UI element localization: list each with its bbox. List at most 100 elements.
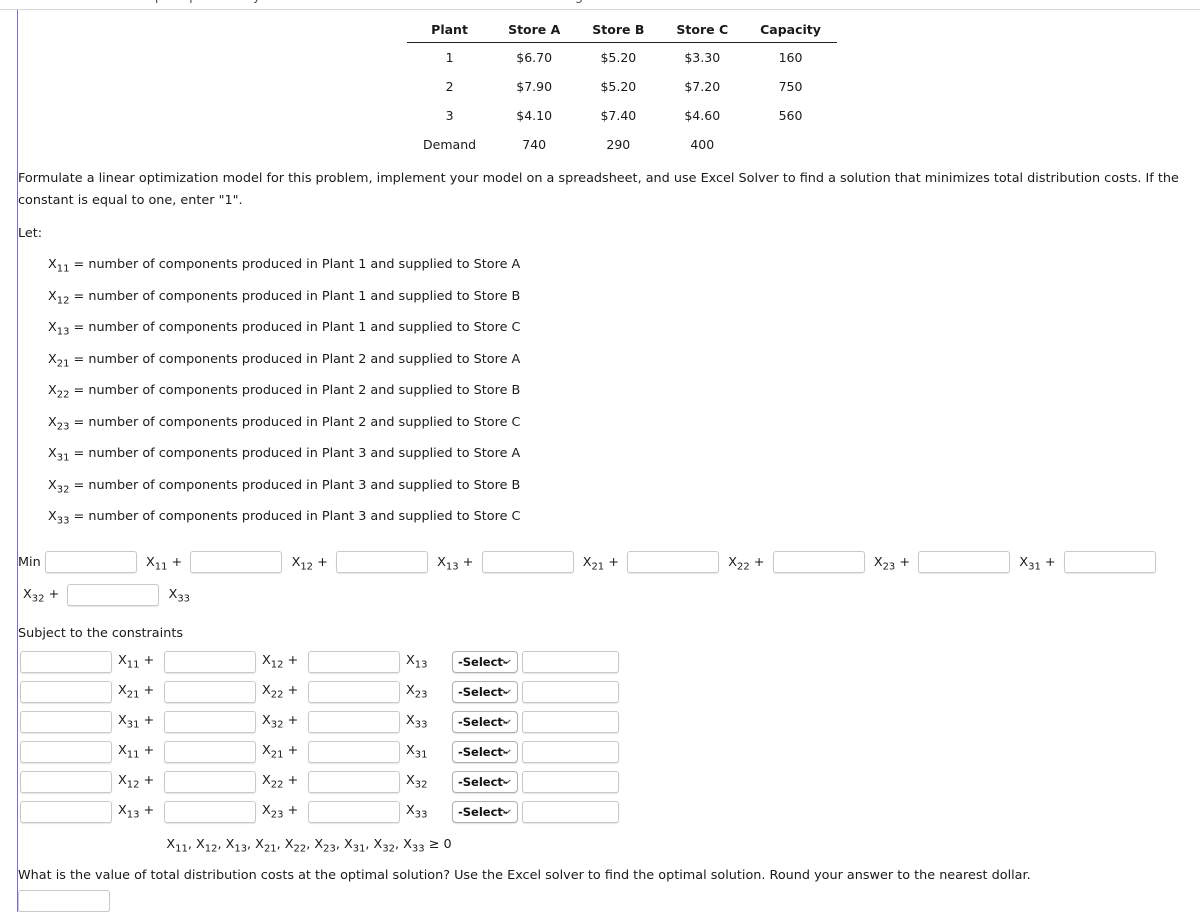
objective-var-x13: X13 + bbox=[437, 554, 474, 573]
objective-var-x23: X23 + bbox=[873, 554, 911, 573]
constraint-1-var-3: X13 bbox=[406, 652, 428, 671]
constraint-6-var-1: X13 + bbox=[118, 802, 155, 821]
cell-store-c: $3.30 bbox=[684, 50, 721, 65]
constraint-row: X31 + X32 + X33 -Select- bbox=[20, 707, 1200, 737]
cost-table-body: 1 $6.70 $5.20 $3.30 160 2 $7.90 $5.20 $7… bbox=[407, 43, 837, 160]
objective-coefficient-x21[interactable] bbox=[481, 551, 574, 574]
constraint-row: X11 + X21 + X31 -Select- bbox=[20, 737, 1200, 767]
var-name: X12 bbox=[48, 288, 70, 307]
constraint-2-relation-wrapper: -Select- bbox=[452, 680, 518, 703]
constraint-4-rhs[interactable] bbox=[522, 740, 619, 763]
constraint-3-var-1: X31 + bbox=[118, 712, 155, 731]
var-name: X21 bbox=[48, 351, 70, 370]
constraint-2-coefficient-1[interactable] bbox=[20, 680, 112, 703]
constraint-6-rhs[interactable] bbox=[522, 800, 619, 823]
constraint-3-coefficient-2[interactable] bbox=[164, 710, 256, 733]
cell-store-a: $6.70 bbox=[516, 50, 553, 65]
objective-coefficient-x33[interactable] bbox=[67, 583, 160, 606]
constraint-1-coefficient-1[interactable] bbox=[20, 650, 112, 673]
constraint-4-var-2: X21 + bbox=[262, 742, 299, 761]
list-item: X31 = number of components produced in P… bbox=[48, 440, 1200, 472]
let-label: Let: bbox=[18, 226, 43, 241]
constraint-6-relation-wrapper: -Select- bbox=[452, 800, 518, 823]
constraint-2-relation-select[interactable]: -Select- bbox=[452, 680, 518, 703]
clipped-toolbar-sliver: Apply • Settings bbox=[0, 0, 1200, 9]
constraint-1-coefficient-2[interactable] bbox=[164, 650, 256, 673]
constraint-6-coefficient-2[interactable] bbox=[164, 800, 256, 823]
constraint-5-coefficient-2[interactable] bbox=[164, 770, 256, 793]
constraint-2-var-2: X22 + bbox=[262, 682, 299, 701]
constraint-1-var-2: X12 + bbox=[262, 652, 299, 671]
constraint-6-var-3: X33 bbox=[406, 802, 428, 821]
var-subscript: 12 bbox=[56, 295, 70, 307]
constraint-2-coefficient-3[interactable] bbox=[308, 680, 400, 703]
constraint-6-relation-select[interactable]: -Select- bbox=[452, 800, 518, 823]
cell-capacity: 560 bbox=[778, 108, 803, 123]
cell-demand-store-b: 290 bbox=[606, 137, 631, 152]
constraint-5-rhs[interactable] bbox=[522, 770, 619, 793]
var-subscript: 23 bbox=[56, 421, 70, 433]
cell-capacity: 750 bbox=[778, 79, 803, 94]
var-subscript: 33 bbox=[56, 515, 70, 527]
objective-coefficient-x22[interactable] bbox=[627, 551, 720, 574]
subject-to-label: Subject to the constraints bbox=[18, 625, 184, 641]
min-label: Min bbox=[18, 554, 41, 570]
nonnegativity-constraint: X11, X12, X13, X21, X22, X23, X31, X32, … bbox=[166, 836, 452, 855]
cell-capacity: 160 bbox=[778, 50, 803, 65]
constraint-1-coefficient-3[interactable] bbox=[308, 650, 400, 673]
col-header-store-c: Store C bbox=[676, 22, 729, 37]
definition-text: = number of components produced in Plant… bbox=[73, 351, 521, 367]
list-item: X21 = number of components produced in P… bbox=[48, 346, 1200, 378]
constraint-5-coefficient-3[interactable] bbox=[308, 770, 400, 793]
constraint-1-relation-wrapper: -Select- bbox=[452, 650, 518, 673]
answer-input[interactable] bbox=[18, 890, 110, 912]
constraint-row: X21 + X22 + X23 -Select- bbox=[20, 677, 1200, 707]
definition-text: = number of components produced in Plant… bbox=[73, 509, 521, 525]
objective-coefficient-x13[interactable] bbox=[335, 551, 428, 574]
cell-demand-store-c: 400 bbox=[690, 137, 715, 152]
constraint-5-var-3: X32 bbox=[406, 772, 428, 791]
cell-store-b: $5.20 bbox=[600, 79, 637, 94]
var-subscript: 32 bbox=[56, 484, 70, 496]
constraint-5-relation-select[interactable]: -Select- bbox=[452, 770, 518, 793]
list-item: X23 = number of components produced in P… bbox=[48, 409, 1200, 441]
objective-coefficient-x31[interactable] bbox=[918, 551, 1011, 574]
problem-prompt: Formulate a linear optimization model fo… bbox=[18, 171, 1179, 208]
cell-store-b: $7.40 bbox=[600, 108, 637, 123]
list-item: X13 = number of components produced in P… bbox=[48, 314, 1200, 346]
objective-coefficient-x12[interactable] bbox=[190, 551, 283, 574]
objective-coefficient-x11[interactable] bbox=[44, 551, 137, 574]
definition-text: = number of components produced in Plant… bbox=[73, 320, 521, 336]
cell-store-a: $4.10 bbox=[516, 108, 553, 123]
constraint-row: X11 + X12 + X13 -Select- bbox=[20, 647, 1200, 677]
constraint-3-relation-select[interactable]: -Select- bbox=[452, 710, 518, 733]
constraint-3-rhs[interactable] bbox=[522, 710, 619, 733]
constraint-6-coefficient-1[interactable] bbox=[20, 800, 112, 823]
constraint-6-var-2: X23 + bbox=[262, 802, 299, 821]
constraint-2-coefficient-2[interactable] bbox=[164, 680, 256, 703]
constraint-4-coefficient-3[interactable] bbox=[308, 740, 400, 763]
constraint-row: X13 + X23 + X33 -Select- bbox=[20, 797, 1200, 827]
question-body: Plant Store A Store B Store C Capacity 1… bbox=[0, 10, 1200, 912]
cost-table-header: Plant Store A Store B Store C Capacity bbox=[407, 19, 837, 43]
definition-text: = number of components produced in Plant… bbox=[73, 414, 521, 430]
definition-text: = number of components produced in Plant… bbox=[73, 446, 521, 462]
objective-coefficient-x32[interactable] bbox=[1063, 551, 1156, 574]
objective-coefficient-x23[interactable] bbox=[772, 551, 865, 574]
var-subscript: 22 bbox=[56, 389, 70, 401]
constraint-3-coefficient-1[interactable] bbox=[20, 710, 112, 733]
constraint-1-relation-select[interactable]: -Select- bbox=[452, 650, 518, 673]
constraint-3-coefficient-3[interactable] bbox=[308, 710, 400, 733]
constraint-4-relation-select[interactable]: -Select- bbox=[452, 740, 518, 763]
var-name: X32 bbox=[48, 477, 70, 496]
constraint-4-coefficient-1[interactable] bbox=[20, 740, 112, 763]
cell-plant: 2 bbox=[445, 79, 454, 94]
constraint-5-coefficient-1[interactable] bbox=[20, 770, 112, 793]
constraint-4-coefficient-2[interactable] bbox=[164, 740, 256, 763]
answer-row bbox=[18, 890, 1200, 912]
table-row-demand: Demand 740 290 400 bbox=[407, 130, 837, 159]
constraint-3-relation-wrapper: -Select- bbox=[452, 710, 518, 733]
constraint-6-coefficient-3[interactable] bbox=[308, 800, 400, 823]
constraint-1-rhs[interactable] bbox=[522, 650, 619, 673]
constraint-2-rhs[interactable] bbox=[522, 680, 619, 703]
